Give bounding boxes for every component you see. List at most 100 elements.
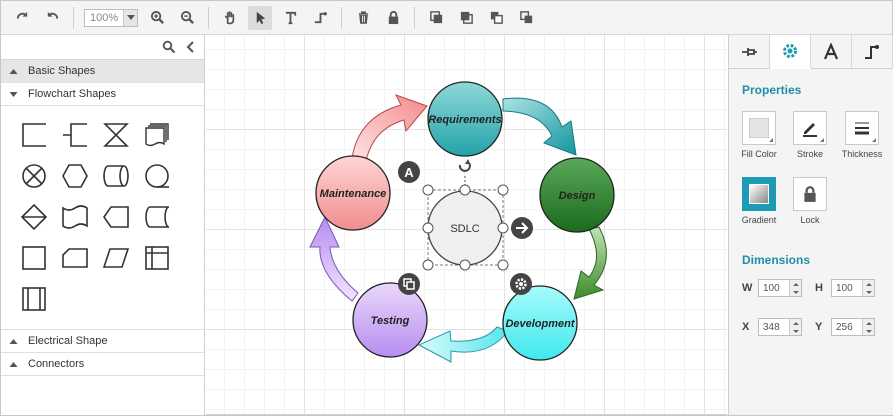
shape-sequential-data[interactable] xyxy=(136,155,177,196)
shape-multi-document[interactable] xyxy=(136,114,177,155)
shape-predefined-process[interactable] xyxy=(13,278,54,319)
send-to-back-button[interactable] xyxy=(424,6,448,30)
x-field: X 348 xyxy=(742,318,802,336)
connector-button[interactable] xyxy=(308,6,332,30)
clone-icon[interactable] xyxy=(398,273,420,295)
zoom-out-button[interactable] xyxy=(175,6,199,30)
shape-collate[interactable] xyxy=(95,114,136,155)
node-testing[interactable]: Testing xyxy=(352,282,428,358)
lock-button[interactable] xyxy=(381,6,405,30)
stroke-button[interactable]: Stroke xyxy=(785,111,835,159)
diagram-canvas[interactable]: Requirements Design Development Testing … xyxy=(206,35,727,415)
palette-section-basic-shapes[interactable]: Basic Shapes xyxy=(1,60,204,83)
svg-text:A: A xyxy=(404,165,414,180)
height-field: H 100 xyxy=(815,279,875,297)
shape-direct-data[interactable] xyxy=(95,155,136,196)
send-backward-button[interactable] xyxy=(484,6,508,30)
pin-icon xyxy=(742,48,757,56)
shape-internal-storage[interactable] xyxy=(136,237,177,278)
shape-data[interactable] xyxy=(95,237,136,278)
text-button[interactable] xyxy=(278,6,302,30)
shape-or[interactable] xyxy=(13,155,54,196)
lock-property-button[interactable]: Lock xyxy=(785,177,835,225)
x-stepper[interactable]: 348 xyxy=(758,318,802,336)
send-to-back-icon xyxy=(429,11,442,24)
palette-section-flowchart-shapes[interactable]: Flowchart Shapes xyxy=(1,83,204,106)
palette-section-connectors[interactable]: Connectors xyxy=(1,353,204,376)
bring-to-front-button[interactable] xyxy=(454,6,478,30)
property-tabs xyxy=(729,35,893,69)
width-stepper[interactable]: 100 xyxy=(758,279,802,297)
palette-search-input[interactable] xyxy=(5,38,155,56)
delete-button[interactable] xyxy=(351,6,375,30)
shape-annotation-2[interactable] xyxy=(54,114,95,155)
toolbar-divider xyxy=(341,6,342,29)
draw-connector-arrow-icon[interactable] xyxy=(511,217,533,239)
fill-color-button[interactable]: Fill Color xyxy=(734,111,784,159)
node-requirements[interactable]: Requirements xyxy=(427,81,503,157)
collapse-panel-icon[interactable] xyxy=(184,40,198,54)
flowchart-shapes-grid xyxy=(1,106,204,330)
zoom-in-button[interactable] xyxy=(145,6,169,30)
y-value: 256 xyxy=(836,322,853,333)
arrow-development-to-testing[interactable] xyxy=(417,326,509,363)
search-icon[interactable] xyxy=(162,40,176,54)
tab-connector[interactable] xyxy=(852,35,893,69)
shape-annotation[interactable] xyxy=(13,114,54,155)
lock-icon xyxy=(388,11,398,25)
bring-forward-button[interactable] xyxy=(514,6,538,30)
rotate-icon[interactable] xyxy=(458,159,471,172)
arrow-design-to-development[interactable] xyxy=(573,226,607,300)
undo-button[interactable] xyxy=(40,6,64,30)
node-development[interactable]: Development xyxy=(502,285,578,361)
width-label: W xyxy=(742,282,753,294)
annotation-shape-icon xyxy=(21,122,46,147)
shape-preparation[interactable] xyxy=(54,155,95,196)
card-shape-icon xyxy=(61,247,88,268)
node-design[interactable]: Design xyxy=(539,157,615,233)
arrow-requirements-to-design[interactable] xyxy=(502,97,577,156)
node-maintenance[interactable]: Maintenance xyxy=(315,155,391,231)
toolbar-divider xyxy=(73,6,74,29)
font-icon xyxy=(823,43,839,60)
collate-shape-icon xyxy=(102,122,129,147)
shape-card[interactable] xyxy=(54,237,95,278)
shape-stored-data[interactable] xyxy=(136,196,177,237)
text-annotation-icon[interactable]: A xyxy=(398,161,420,183)
gear-icon[interactable] xyxy=(510,273,532,295)
width-value: 100 xyxy=(763,283,780,294)
shape-paper-tap[interactable] xyxy=(54,196,95,237)
shape-display[interactable] xyxy=(95,196,136,237)
palette-section-label: Flowchart Shapes xyxy=(28,88,117,100)
tab-text[interactable] xyxy=(811,35,852,69)
zoom-in-icon xyxy=(150,10,164,24)
send-backward-icon xyxy=(490,11,503,24)
stored-data-shape-icon xyxy=(144,205,169,228)
node-testing-label: Testing xyxy=(371,315,410,327)
y-stepper[interactable]: 256 xyxy=(831,318,875,336)
gradient-button[interactable]: Gradient xyxy=(734,177,784,225)
or-shape-icon xyxy=(21,163,46,188)
redo-button[interactable] xyxy=(10,6,34,30)
toolbar-divider xyxy=(414,6,415,29)
palette-section-electrical-shape[interactable]: Electrical Shape xyxy=(1,330,204,353)
gradient-label: Gradient xyxy=(741,215,777,225)
shape-sort[interactable] xyxy=(13,196,54,237)
height-label: H xyxy=(815,282,823,294)
preparation-shape-icon xyxy=(61,163,88,188)
paper-tap-shape-icon xyxy=(61,204,88,229)
node-sdlc-selected[interactable]: SDLC xyxy=(422,159,509,271)
thickness-button[interactable]: Thickness xyxy=(837,111,887,159)
redo-icon xyxy=(16,11,27,19)
sdlc-diagram: Requirements Design Development Testing … xyxy=(309,81,615,363)
height-stepper[interactable]: 100 xyxy=(831,279,875,297)
pan-icon xyxy=(224,11,234,25)
tab-appearance[interactable] xyxy=(770,35,811,69)
arrow-maintenance-to-requirements[interactable] xyxy=(351,94,428,162)
zoom-dropdown[interactable]: 100% xyxy=(84,8,138,27)
shape-process[interactable] xyxy=(13,237,54,278)
pan-button[interactable] xyxy=(218,6,242,30)
select-button[interactable] xyxy=(248,5,272,30)
zoom-out-icon xyxy=(180,10,194,24)
tab-pin[interactable] xyxy=(729,35,770,69)
